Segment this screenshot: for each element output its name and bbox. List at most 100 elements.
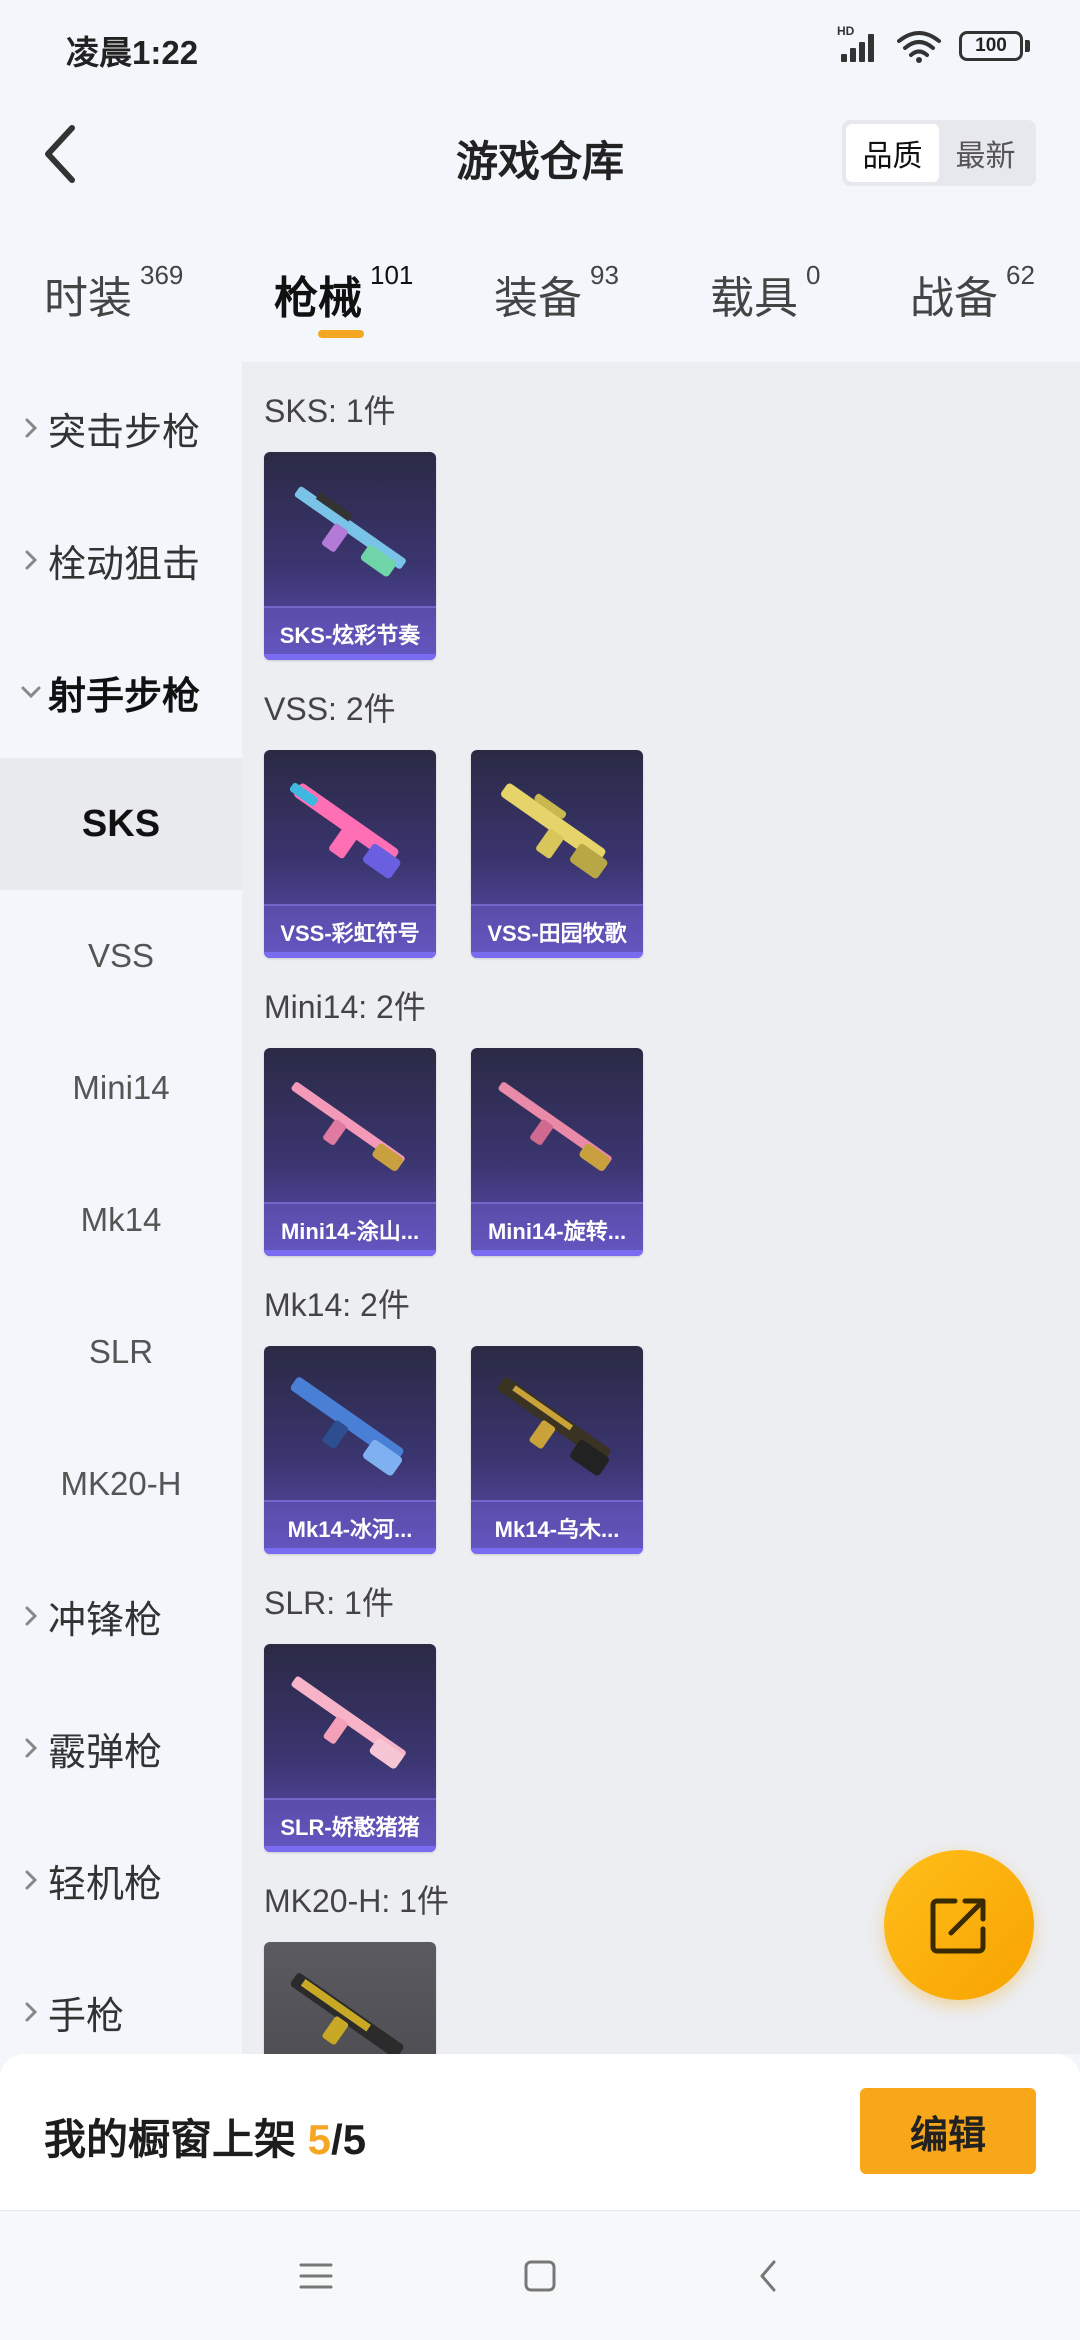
weapon-card-name: Mini14-涂山... — [264, 1202, 436, 1256]
active-tab-indicator — [318, 330, 364, 338]
tab-supplies[interactable]: 战备 62 — [910, 260, 1035, 326]
chevron-right-icon — [14, 548, 48, 572]
weapon-card-name: SLR-娇憨猪猪 — [264, 1798, 436, 1852]
tab-count: 0 — [806, 260, 821, 290]
group-title-mk20h: MK20-H: 1件 — [264, 1883, 449, 1919]
sidebar-subitem-sks[interactable]: SKS — [0, 758, 242, 890]
tab-label: 战备 — [910, 274, 998, 323]
rifle-rainbow-icon — [294, 486, 406, 577]
menu-icon — [299, 2263, 333, 2289]
chevron-right-icon — [14, 2000, 48, 2024]
hd-label: HD — [837, 24, 855, 38]
rifle-pink-icon — [289, 782, 401, 879]
showcase-panel: 我的橱窗上架 5/5 编辑 — [0, 2054, 1080, 2210]
sidebar-subitem-slr[interactable]: SLR — [0, 1286, 242, 1418]
battery-level: 100 — [959, 31, 1023, 61]
rifle-gold-icon — [497, 1377, 611, 1476]
rifle-pink-icon — [291, 1676, 406, 1769]
sidebar-subitem-mk14[interactable]: Mk14 — [0, 1154, 242, 1286]
tab-label: 时装 — [44, 274, 132, 323]
sort-toggle: 品质 最新 — [842, 120, 1036, 186]
group-title-vss: VSS: 2件 — [264, 691, 396, 727]
weapon-card[interactable]: SLR-娇憨猪猪 — [264, 1644, 436, 1852]
sidebar-item-label: 突击步枪 — [48, 411, 201, 454]
group-title-sks: SKS: 1件 — [264, 393, 396, 429]
tab-equipment[interactable]: 装备 93 — [494, 260, 619, 326]
sidebar-item-label: 冲锋枪 — [48, 1599, 163, 1642]
sidebar-item-marksman-rifle[interactable]: 射手步枪 — [0, 626, 242, 758]
chevron-right-icon — [14, 416, 48, 440]
sidebar-item-lmg[interactable]: 轻机枪 — [0, 1814, 242, 1946]
tab-count: 93 — [590, 260, 619, 290]
weapon-card[interactable]: VSS-田园牧歌 — [471, 750, 643, 958]
weapon-card-name: SKS-炫彩节奏 — [264, 606, 436, 660]
tab-count: 62 — [1006, 260, 1035, 290]
sidebar-item-label: VSS — [87, 937, 155, 974]
sidebar-item-label: Mini14 — [72, 1069, 170, 1106]
status-time: 凌晨1:22 — [66, 34, 199, 71]
tab-fashion[interactable]: 时装 369 — [44, 260, 183, 326]
group-title-slr: SLR: 1件 — [264, 1585, 394, 1621]
sidebar-subitem-mk20h[interactable]: MK20-H — [0, 1418, 242, 1550]
weapon-grid: SKS: 1件 SKS-炫彩节奏 VSS: 2件 VSS-彩虹符号 VSS-田园… — [242, 362, 1080, 2054]
sidebar-item-label: Mk14 — [80, 1201, 162, 1238]
showcase-status: 我的橱窗上架 5/5 — [44, 2116, 367, 2163]
group-title-mk14: Mk14: 2件 — [264, 1287, 410, 1323]
sidebar-item-label: SKS — [81, 802, 161, 845]
sidebar-item-label: 射手步枪 — [48, 675, 201, 718]
tab-vehicles[interactable]: 载具 0 — [710, 260, 821, 326]
tab-label: 装备 — [494, 274, 582, 323]
header: 游戏仓库 品质 最新 — [0, 100, 1080, 210]
sidebar-item-shotgun[interactable]: 霰弹枪 — [0, 1682, 242, 1814]
status-bar: 凌晨1:22 HD 100 — [0, 0, 1080, 90]
sort-quality-option[interactable]: 品质 — [846, 124, 939, 182]
back-icon — [760, 2260, 776, 2292]
sidebar-item-label: 霰弹枪 — [48, 1731, 163, 1774]
sidebar-item-label: 栓动狙击 — [48, 543, 201, 586]
weapon-card[interactable] — [264, 1942, 436, 2054]
chevron-right-icon — [14, 1604, 48, 1628]
group-title-mini14: Mini14: 2件 — [264, 989, 426, 1025]
showcase-total: 5 — [342, 2116, 367, 2163]
sidebar-item-bolt-sniper[interactable]: 栓动狙击 — [0, 494, 242, 626]
weapon-card[interactable]: VSS-彩虹符号 — [264, 750, 436, 958]
weapon-card[interactable]: Mk14-冰河... — [264, 1346, 436, 1554]
home-square-icon — [524, 2260, 556, 2292]
signal-icon: HD — [837, 24, 879, 64]
tab-count: 101 — [370, 260, 414, 290]
weapon-card-name: Mk14-冰河... — [264, 1500, 436, 1554]
weapon-card-name: VSS-田园牧歌 — [471, 904, 643, 958]
tab-firearms[interactable]: 枪械 101 — [274, 260, 414, 326]
menu-button[interactable] — [286, 2246, 346, 2306]
share-button[interactable] — [884, 1850, 1034, 2000]
tab-label: 枪械 — [274, 274, 362, 323]
rifle-gold-icon — [501, 783, 608, 879]
category-tabs: 时装 369 枪械 101 装备 93 载具 0 战备 62 — [0, 250, 1080, 350]
weapon-card[interactable]: Mini14-涂山... — [264, 1048, 436, 1256]
sidebar-item-assault-rifle[interactable]: 突击步枪 — [0, 362, 242, 494]
weapon-card[interactable]: Mini14-旋转... — [471, 1048, 643, 1256]
showcase-current: 5 — [307, 2116, 332, 2163]
sidebar-item-label: 手枪 — [48, 1995, 125, 2038]
nav-back-button[interactable] — [738, 2246, 798, 2306]
weapon-card[interactable]: SKS-炫彩节奏 — [264, 452, 436, 660]
weapon-sidebar: 突击步枪 栓动狙击 射手步枪 SKS VSS Mini14 Mk14 SLR M… — [0, 362, 242, 2054]
battery-icon: 100 — [959, 31, 1030, 61]
sidebar-item-label: 轻机枪 — [48, 1863, 163, 1906]
sidebar-subitem-mini14[interactable]: Mini14 — [0, 1022, 242, 1154]
rifle-blue-icon — [290, 1377, 404, 1476]
sidebar-item-smg[interactable]: 冲锋枪 — [0, 1550, 242, 1682]
rifle-pink-icon — [498, 1082, 612, 1171]
edit-button[interactable]: 编辑 — [860, 2088, 1036, 2174]
chevron-right-icon — [14, 1868, 48, 1892]
system-nav-bar — [0, 2210, 1080, 2340]
sidebar-subitem-vss[interactable]: VSS — [0, 890, 242, 1022]
weapon-card-name: Mk14-乌木... — [471, 1500, 643, 1554]
weapon-card[interactable]: Mk14-乌木... — [471, 1346, 643, 1554]
rifle-pink-icon — [291, 1082, 405, 1171]
chevron-down-icon — [14, 684, 48, 700]
weapon-card-name: VSS-彩虹符号 — [264, 904, 436, 958]
home-button[interactable] — [510, 2246, 570, 2306]
wifi-icon — [897, 31, 941, 63]
sort-newest-option[interactable]: 最新 — [939, 124, 1032, 182]
